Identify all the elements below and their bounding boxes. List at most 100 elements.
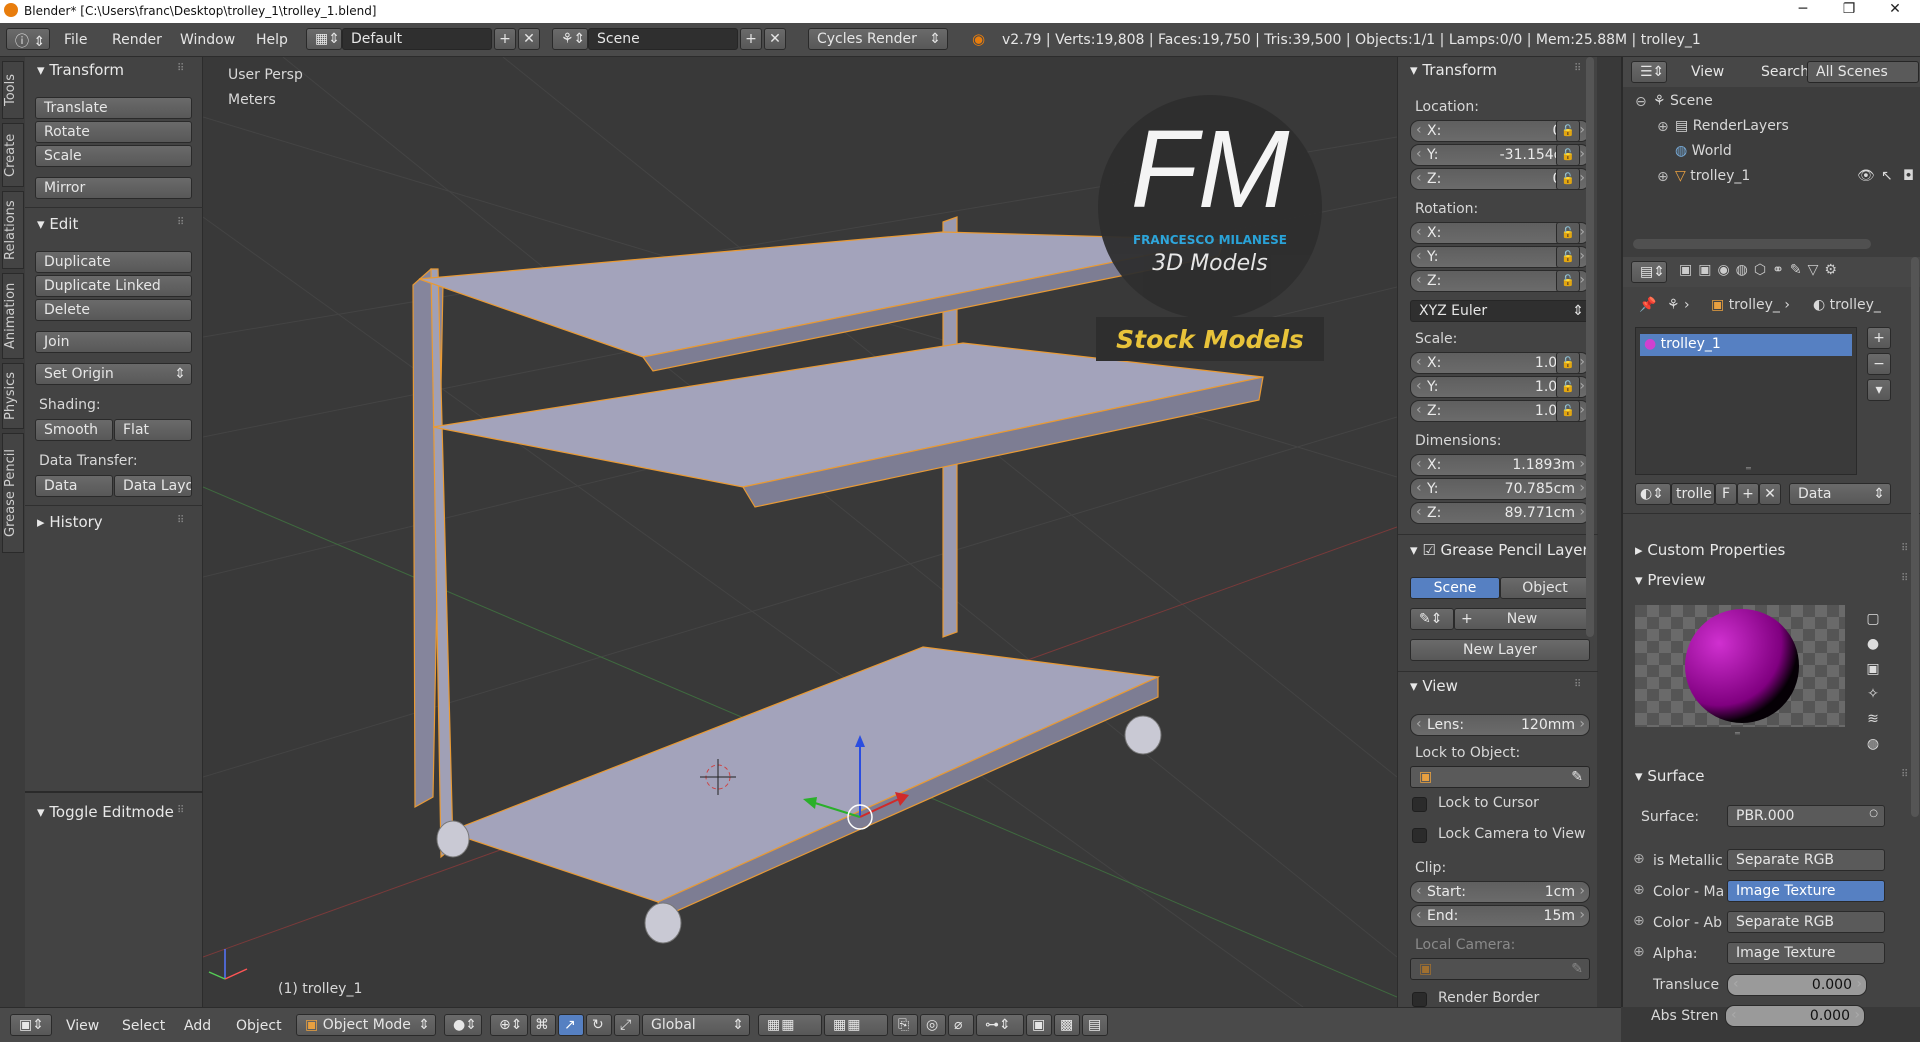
material-slot-item[interactable]: ● trolley_1 [1640,334,1852,356]
render-engine-select[interactable]: Cycles Render ⇕ [808,28,948,50]
outliner-filter-select[interactable]: All Scenes [1807,61,1919,83]
data-transfer-button[interactable]: Data [35,475,113,497]
close-button[interactable]: ✕ [1872,1,1918,21]
panel-grip-icon[interactable]: ⠿ [177,515,184,526]
material-link-select[interactable]: Data ⇕ [1789,483,1891,505]
eye-icon[interactable]: 👁 [1857,168,1875,184]
editor-type-info-button[interactable]: ⓘ ⇕ [6,28,50,50]
translate-manipulator-icon[interactable]: ↗ [558,1014,584,1036]
gp-scene-button[interactable]: Scene [1410,577,1500,599]
view-panel-header[interactable]: ▾ View [1410,677,1458,695]
expand-socket-icon[interactable]: ⊕ [1633,851,1645,867]
lock-icon[interactable]: 🔓 [1556,120,1580,142]
abs-strength-field[interactable]: 0.000 [1725,1005,1865,1027]
tab-tools[interactable]: Tools [2,61,24,119]
clip-start-field[interactable]: Start: 1cm [1410,881,1590,903]
trolley-tree-item[interactable]: ▽ trolley_1 [1675,168,1750,184]
join-button[interactable]: Join [35,331,192,353]
render-border-checkbox[interactable] [1412,992,1427,1007]
maximize-button[interactable]: ❐ [1826,1,1872,21]
history-panel-header[interactable]: ▸ History [37,513,103,531]
outliner-view-menu[interactable]: View [1691,64,1724,80]
panel-grip-icon[interactable]: ⠿ [1574,63,1581,74]
remove-layout-button[interactable]: ✕ [518,28,540,50]
custom-properties-header[interactable]: ▸ Custom Properties [1635,541,1785,559]
menu-view[interactable]: View [66,1018,99,1034]
preview-header[interactable]: ▾ Preview [1635,571,1706,589]
tab-animation[interactable]: Animation [2,273,24,359]
scale-button[interactable]: Scale [35,145,192,167]
transform-orientation-select[interactable]: Global ⇕ [642,1014,750,1036]
properties-context-tabs[interactable]: ▣▣◉◍⬡⚭✎▽⚙ [1679,262,1843,278]
lock-icon[interactable]: 🔓 [1556,270,1580,292]
lock-icon[interactable]: 🔓 [1556,168,1580,190]
expand-icon[interactable]: ⊕ [1657,119,1669,135]
rotate-manipulator-icon[interactable]: ↻ [586,1014,612,1036]
remove-scene-button[interactable]: ✕ [764,28,786,50]
pin-icon[interactable]: 📌 [1639,297,1656,313]
tab-create[interactable]: Create [2,123,24,187]
add-scene-button[interactable]: + [740,28,762,50]
lock-cursor-checkbox[interactable] [1412,797,1427,812]
world-tree-item[interactable]: ◍ World [1675,143,1732,159]
scene-tree-item[interactable]: ⚘ Scene [1653,93,1713,109]
panel-grip-icon[interactable]: ⠿ [1901,573,1908,584]
editor-type-outliner-icon[interactable]: ☰⇕ [1631,61,1667,83]
edit-panel-header[interactable]: ▾ Edit [37,215,78,233]
lock-camera-checkbox[interactable] [1412,828,1427,843]
snap-toggle-icon[interactable]: ⌀ [948,1014,974,1036]
menu-select[interactable]: Select [122,1018,165,1034]
lock-object-field[interactable]: ▣ ✎ [1410,766,1590,788]
panel-grip-icon[interactable]: ⠿ [1574,679,1581,690]
properties-scrollbar[interactable] [1911,257,1919,817]
material-slot-list[interactable]: ● trolley_1 ═ [1635,327,1857,475]
scale-manipulator-icon[interactable]: ⤢ [614,1014,640,1036]
expand-icon[interactable]: ⊖ [1635,94,1647,110]
panel-grip-icon[interactable]: ⠿ [1901,543,1908,554]
flat-button[interactable]: Flat [114,419,192,441]
rotate-button[interactable]: Rotate [35,121,192,143]
input-node-select[interactable]: Image Texture [1727,880,1885,902]
screen-layout-icon[interactable]: ▦⇕ [306,28,342,50]
snap-element-icon[interactable]: ⊶⇕ [976,1014,1024,1036]
menu-help[interactable]: Help [256,32,288,48]
checkbox-checked-icon[interactable]: ☑ [1422,541,1435,559]
menu-file[interactable]: File [64,32,87,48]
rotation-mode-select[interactable]: XYZ Euler ⇕ [1410,300,1590,322]
set-origin-select[interactable]: Set Origin ⇕ [35,363,192,385]
render-animation-icon[interactable]: ▤ [1082,1014,1108,1036]
expand-socket-icon[interactable]: ⊕ [1633,913,1645,929]
panel-grip-icon[interactable]: ⠿ [177,217,184,228]
input-node-select[interactable]: Separate RGB [1727,911,1885,933]
remove-slot-button[interactable]: − [1867,353,1891,375]
translucency-field[interactable]: 0.000 [1727,974,1867,996]
eyedropper-icon[interactable]: ✎ [1571,769,1583,785]
unlink-material-button[interactable]: ✕ [1759,483,1781,505]
outliner-scrollbar[interactable] [1633,239,1871,249]
surface-panel-header[interactable]: ▾ Surface [1635,767,1704,785]
preview-resize-grip-icon[interactable]: ═ [1735,729,1740,738]
dimension-y-field[interactable]: Y: 70.785cm [1410,478,1590,500]
expand-socket-icon[interactable]: ⊕ [1633,882,1645,898]
lock-icon[interactable]: 🔓 [1556,376,1580,398]
editor-type-properties-icon[interactable]: ▤⇕ [1631,261,1667,283]
input-node-select[interactable]: Image Texture [1727,942,1885,964]
add-slot-button[interactable]: + [1867,327,1891,349]
layer-buttons-1[interactable]: ▦▦ [758,1014,822,1036]
layer-buttons-2[interactable]: ▦▦ [824,1014,888,1036]
dimension-z-field[interactable]: Z: 89.771cm [1410,502,1590,524]
minimize-button[interactable]: ─ [1780,1,1826,21]
input-node-select[interactable]: Separate RGB [1727,849,1885,871]
menu-window[interactable]: Window [180,32,235,48]
menu-object[interactable]: Object [236,1018,282,1034]
local-camera-field[interactable]: ▣ ✎ [1410,958,1590,980]
transform-props-header[interactable]: ▾ Transform [1410,61,1497,79]
snap-target-icon[interactable]: ▣ [1026,1014,1052,1036]
transform-panel-header[interactable]: ▾ Transform [37,61,124,79]
tab-grease-pencil[interactable]: Grease Pencil [2,433,24,553]
material-browse-button[interactable]: ◐⇕ [1635,483,1671,505]
new-material-button[interactable]: + [1737,483,1759,505]
mode-select[interactable]: ▣ Object Mode ⇕ [296,1014,436,1036]
editor-type-3d-icon[interactable]: ▣⇕ [10,1014,52,1036]
pencil-icon[interactable]: ✎⇕ [1410,608,1454,630]
